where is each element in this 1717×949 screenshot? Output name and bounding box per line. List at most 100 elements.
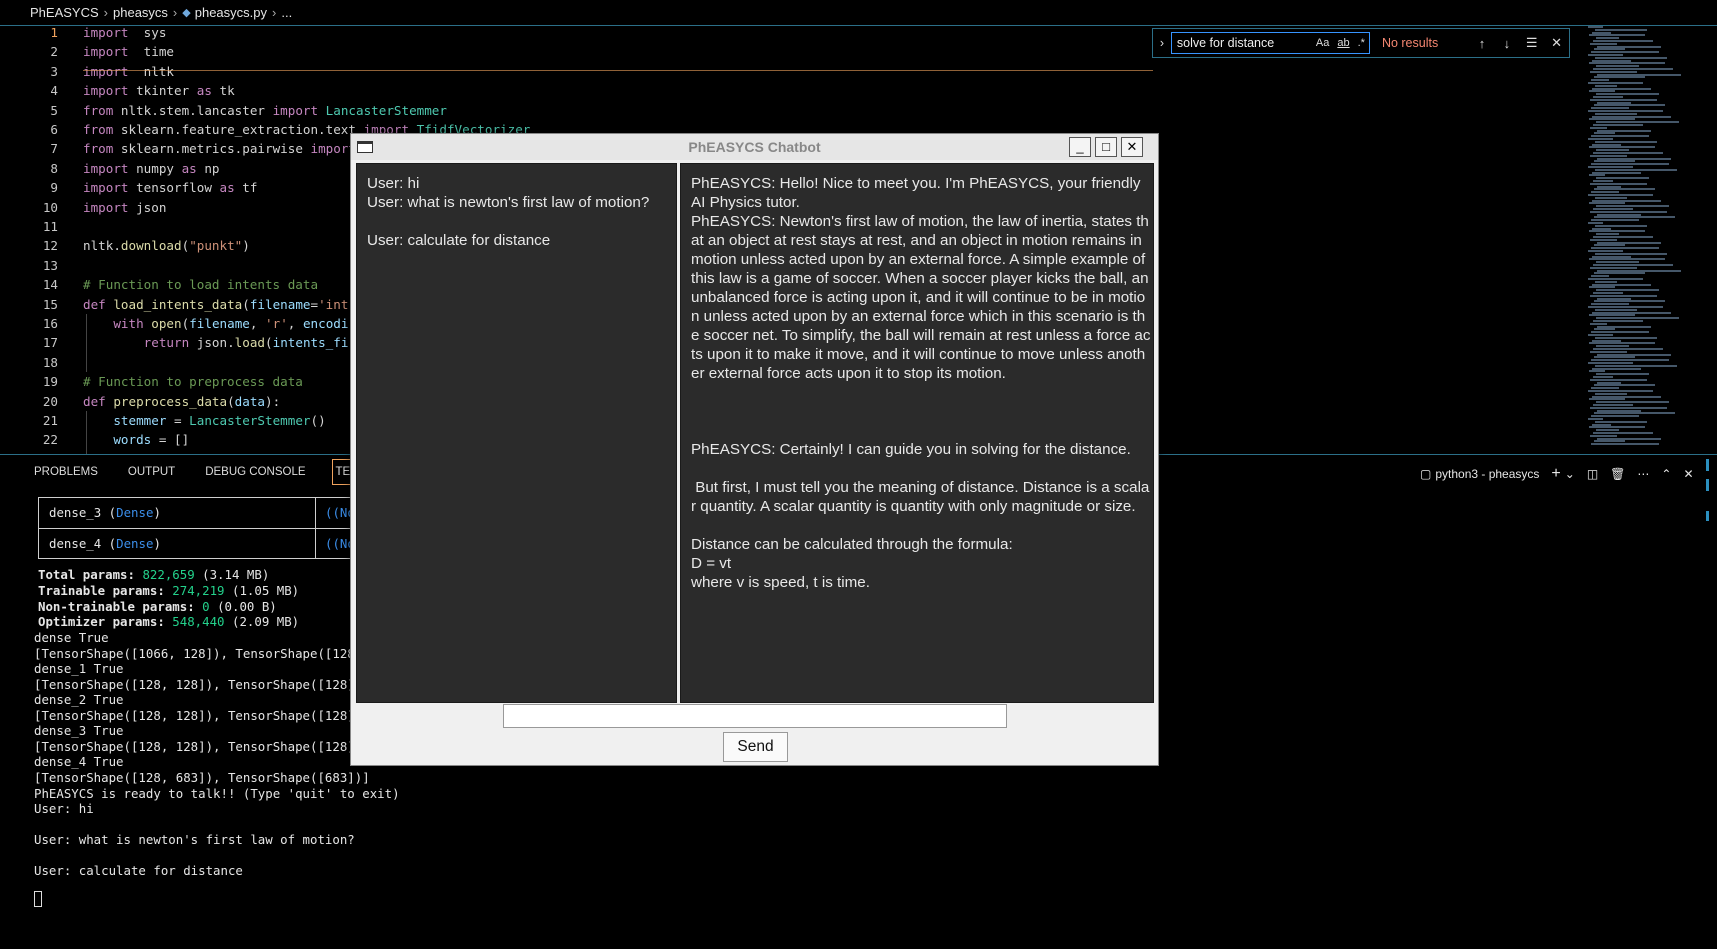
line-number: 19 bbox=[42, 374, 58, 390]
maximize-panel-icon[interactable]: ⌃ bbox=[1661, 467, 1671, 481]
bot-message: D = vt bbox=[691, 555, 732, 572]
table-row: dense_4 (Dense) bbox=[49, 536, 161, 551]
find-status: No results bbox=[1381, 36, 1439, 50]
param-line: Optimizer params: 548,440 (2.09 MB) bbox=[38, 614, 300, 630]
close-icon[interactable]: ✕ bbox=[1544, 35, 1569, 51]
new-terminal-icon[interactable]: + bbox=[1551, 465, 1560, 483]
param-line: Trainable params: 274,219 (1.05 MB) bbox=[38, 582, 300, 598]
scroll-marker bbox=[1706, 479, 1709, 491]
terminal-line: [TensorShape([128, 683]), TensorShape([6… bbox=[34, 769, 370, 785]
bot-message: where v is speed, t is time. bbox=[691, 574, 870, 591]
more-actions-icon[interactable]: ⋯ bbox=[1637, 467, 1649, 481]
chevron-right-icon: › bbox=[272, 5, 277, 20]
find-input[interactable]: solve for distance Aa ab .* bbox=[1170, 32, 1370, 54]
code-text: import nltk bbox=[83, 63, 174, 79]
user-messages-pane[interactable]: User: hi User: what is newton's first law… bbox=[356, 163, 677, 703]
panel-actions: ▢ python3 - pheasycs + ⌄ ◫ 🗑 ⋯ ⌃ ✕ bbox=[1420, 465, 1694, 483]
user-message: User: what is newton's first law of moti… bbox=[367, 194, 650, 211]
match-case-icon[interactable]: Aa bbox=[1316, 37, 1329, 49]
chevron-down-icon[interactable]: ⌄ bbox=[1565, 467, 1575, 481]
split-terminal-icon[interactable]: ◫ bbox=[1587, 467, 1598, 481]
terminal-line: dense True bbox=[34, 630, 109, 645]
line-number: 17 bbox=[42, 335, 58, 351]
code-text: with open(filename, 'r', encodi bbox=[113, 316, 349, 331]
breadcrumb-folder[interactable]: PhEASYCS bbox=[30, 5, 99, 20]
chevron-right-icon: › bbox=[103, 5, 108, 20]
code-line[interactable]: 4 import tkinter as tk bbox=[0, 81, 1560, 100]
bot-messages-pane[interactable]: PhEASYCS: Hello! Nice to meet you. I'm P… bbox=[680, 163, 1154, 703]
panel-tabs: PROBLEMS OUTPUT DEBUG CONSOLE TERMINAL bbox=[30, 459, 398, 485]
terminal-line: User: hi bbox=[34, 801, 94, 817]
tab-debug-console[interactable]: DEBUG CONSOLE bbox=[201, 459, 309, 485]
bot-message: But first, I must tell you the meaning o… bbox=[691, 479, 1150, 515]
terminal-name[interactable]: python3 - pheasycs bbox=[1435, 467, 1539, 481]
table-row: dense_3 (Dense) bbox=[49, 505, 161, 520]
python-file-icon: ◆ bbox=[182, 7, 191, 19]
terminal-line: dense_2 True bbox=[34, 692, 124, 708]
line-number: 10 bbox=[42, 199, 58, 215]
bot-message: PhEASYCS: Certainly! I can guide you in … bbox=[691, 441, 1131, 458]
message-input[interactable] bbox=[503, 704, 1007, 728]
bot-message: Distance can be calculated through the f… bbox=[691, 536, 1013, 553]
code-text: import numpy as np bbox=[83, 160, 220, 176]
find-in-selection-icon[interactable]: ☰ bbox=[1519, 35, 1544, 51]
arrow-down-icon[interactable]: ↓ bbox=[1494, 36, 1519, 51]
code-text: from sklearn.metrics.pairwise import bbox=[83, 141, 356, 157]
breadcrumb-subfolder[interactable]: pheasycs bbox=[113, 5, 168, 20]
user-message: User: calculate for distance bbox=[367, 232, 551, 249]
code-text: import time bbox=[83, 44, 174, 60]
code-text: import tkinter as tk bbox=[83, 83, 235, 99]
model-summary-table: dense_3 (Dense) ((Non dense_4 (Dense) ((… bbox=[38, 497, 398, 559]
code-text: import tensorflow as tf bbox=[83, 180, 258, 196]
breadcrumb-file[interactable]: pheasycs.py bbox=[195, 5, 267, 20]
line-number: 16 bbox=[42, 316, 58, 331]
tab-output[interactable]: OUTPUT bbox=[124, 459, 179, 485]
terminal-line: dense_1 True bbox=[34, 661, 124, 677]
line-number: 8 bbox=[50, 160, 58, 176]
bot-message: PhEASYCS: Hello! Nice to meet you. I'm P… bbox=[691, 175, 1144, 211]
terminal-cursor bbox=[34, 891, 42, 907]
code-text: # Function to load intents data bbox=[83, 277, 319, 293]
code-text: def preprocess_data(data): bbox=[83, 393, 281, 409]
chatbot-titlebar[interactable]: PhEASYCS Chatbot _ □ ✕ bbox=[351, 134, 1158, 160]
line-number: 22 bbox=[42, 432, 58, 448]
line-number: 18 bbox=[42, 354, 58, 370]
toggle-replace-icon[interactable]: › bbox=[1153, 36, 1171, 50]
chatbot-window: PhEASYCS Chatbot _ □ ✕ User: hi User: wha… bbox=[350, 133, 1159, 766]
match-whole-word-icon[interactable]: ab bbox=[1337, 37, 1349, 49]
line-number: 2 bbox=[50, 44, 58, 60]
code-line[interactable]: 5 from nltk.stem.lancaster import Lancast… bbox=[0, 101, 1560, 120]
code-text: words = [] bbox=[113, 432, 190, 448]
breadcrumb-more[interactable]: ... bbox=[281, 5, 292, 20]
maximize-button[interactable]: □ bbox=[1095, 137, 1117, 157]
minimap[interactable] bbox=[1588, 26, 1708, 454]
code-text: import json bbox=[83, 199, 167, 215]
terminal-line: dense_3 True bbox=[34, 723, 124, 739]
tab-problems[interactable]: PROBLEMS bbox=[30, 459, 102, 485]
terminal-line: [TensorShape([128, 128]), TensorShape([1… bbox=[34, 738, 370, 754]
code-text: from nltk.stem.lancaster import Lancaste… bbox=[83, 102, 447, 118]
terminal-line: User: what is newton's first law of moti… bbox=[34, 832, 355, 848]
terminal-line: dense_4 True bbox=[34, 754, 124, 770]
line-number: 4 bbox=[50, 83, 58, 99]
send-button[interactable]: Send bbox=[723, 732, 788, 762]
close-panel-icon[interactable]: ✕ bbox=[1683, 467, 1693, 481]
current-line-highlight bbox=[83, 70, 1153, 71]
chatbot-title: PhEASYCS Chatbot bbox=[688, 139, 821, 155]
user-message: User: hi bbox=[367, 175, 420, 192]
minimize-button[interactable]: _ bbox=[1069, 137, 1091, 157]
line-number: 3 bbox=[50, 63, 58, 79]
line-number: 13 bbox=[42, 257, 58, 273]
scroll-marker bbox=[1706, 459, 1709, 471]
trash-icon[interactable]: 🗑 bbox=[1610, 467, 1625, 481]
line-number: 6 bbox=[50, 122, 58, 137]
code-line[interactable]: 3 import nltk bbox=[0, 62, 1560, 81]
close-button[interactable]: ✕ bbox=[1121, 137, 1143, 157]
arrow-up-icon[interactable]: ↑ bbox=[1470, 36, 1495, 51]
code-text: return json.load(intents_fi bbox=[143, 335, 349, 351]
terminal-line: PhEASYCS is ready to talk!! (Type 'quit'… bbox=[34, 785, 400, 801]
terminal-icon: ▢ bbox=[1420, 467, 1432, 481]
line-number: 1 bbox=[50, 26, 58, 40]
regex-icon[interactable]: .* bbox=[1358, 37, 1365, 49]
terminal-line: [TensorShape([128, 128]), TensorShape([1… bbox=[34, 676, 370, 692]
